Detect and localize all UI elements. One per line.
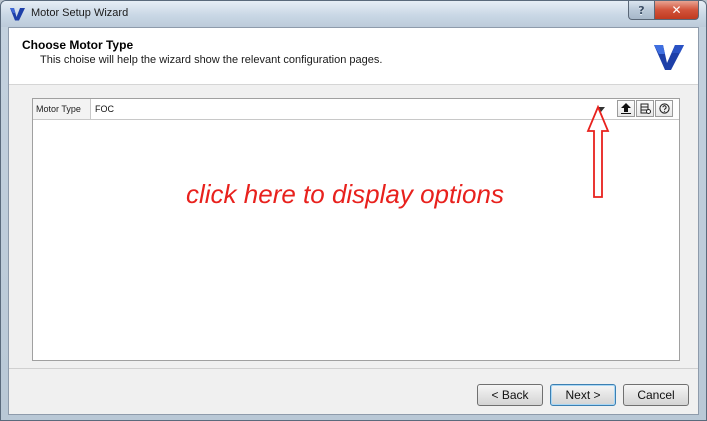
title-bar[interactable]: Motor Setup Wizard ? ✕	[1, 1, 706, 27]
property-grid: Motor Type FOC click here to display opt…	[32, 98, 680, 361]
close-icon: ✕	[671, 3, 682, 17]
help-icon: ?	[638, 3, 645, 17]
motor-type-value[interactable]: FOC	[95, 99, 114, 119]
wizard-header: Choose Motor Type This choise will help …	[9, 28, 698, 85]
back-button[interactable]: < Back	[477, 384, 543, 406]
database-icon	[640, 103, 651, 114]
brand-logo-icon	[654, 45, 684, 70]
close-button[interactable]: ✕	[655, 1, 699, 20]
annotation-arrow-icon	[586, 105, 610, 198]
database-button[interactable]	[636, 100, 654, 117]
app-logo-icon	[10, 8, 25, 21]
window-title: Motor Setup Wizard	[31, 7, 129, 19]
next-button[interactable]: Next >	[550, 384, 616, 406]
page-subtitle: This choise will help the wizard show th…	[40, 54, 383, 66]
annotation-text: click here to display options	[186, 179, 504, 209]
wizard-client-area: Choose Motor Type This choise will help …	[8, 27, 699, 415]
caption-buttons: ? ✕	[628, 1, 699, 20]
property-label: Motor Type	[33, 99, 91, 119]
upload-icon	[621, 103, 631, 114]
help-button[interactable]: ?	[628, 1, 655, 20]
wizard-footer: < Back Next > Cancel	[9, 368, 698, 415]
property-row-motor-type: Motor Type FOC	[33, 99, 679, 120]
help-circle-button[interactable]	[655, 100, 673, 117]
help-circle-icon	[658, 103, 670, 114]
wizard-window: Motor Setup Wizard ? ✕ Choose Motor Type…	[0, 0, 707, 421]
page-title: Choose Motor Type	[22, 38, 134, 52]
cancel-button[interactable]: Cancel	[623, 384, 689, 406]
upload-button[interactable]	[617, 100, 635, 117]
